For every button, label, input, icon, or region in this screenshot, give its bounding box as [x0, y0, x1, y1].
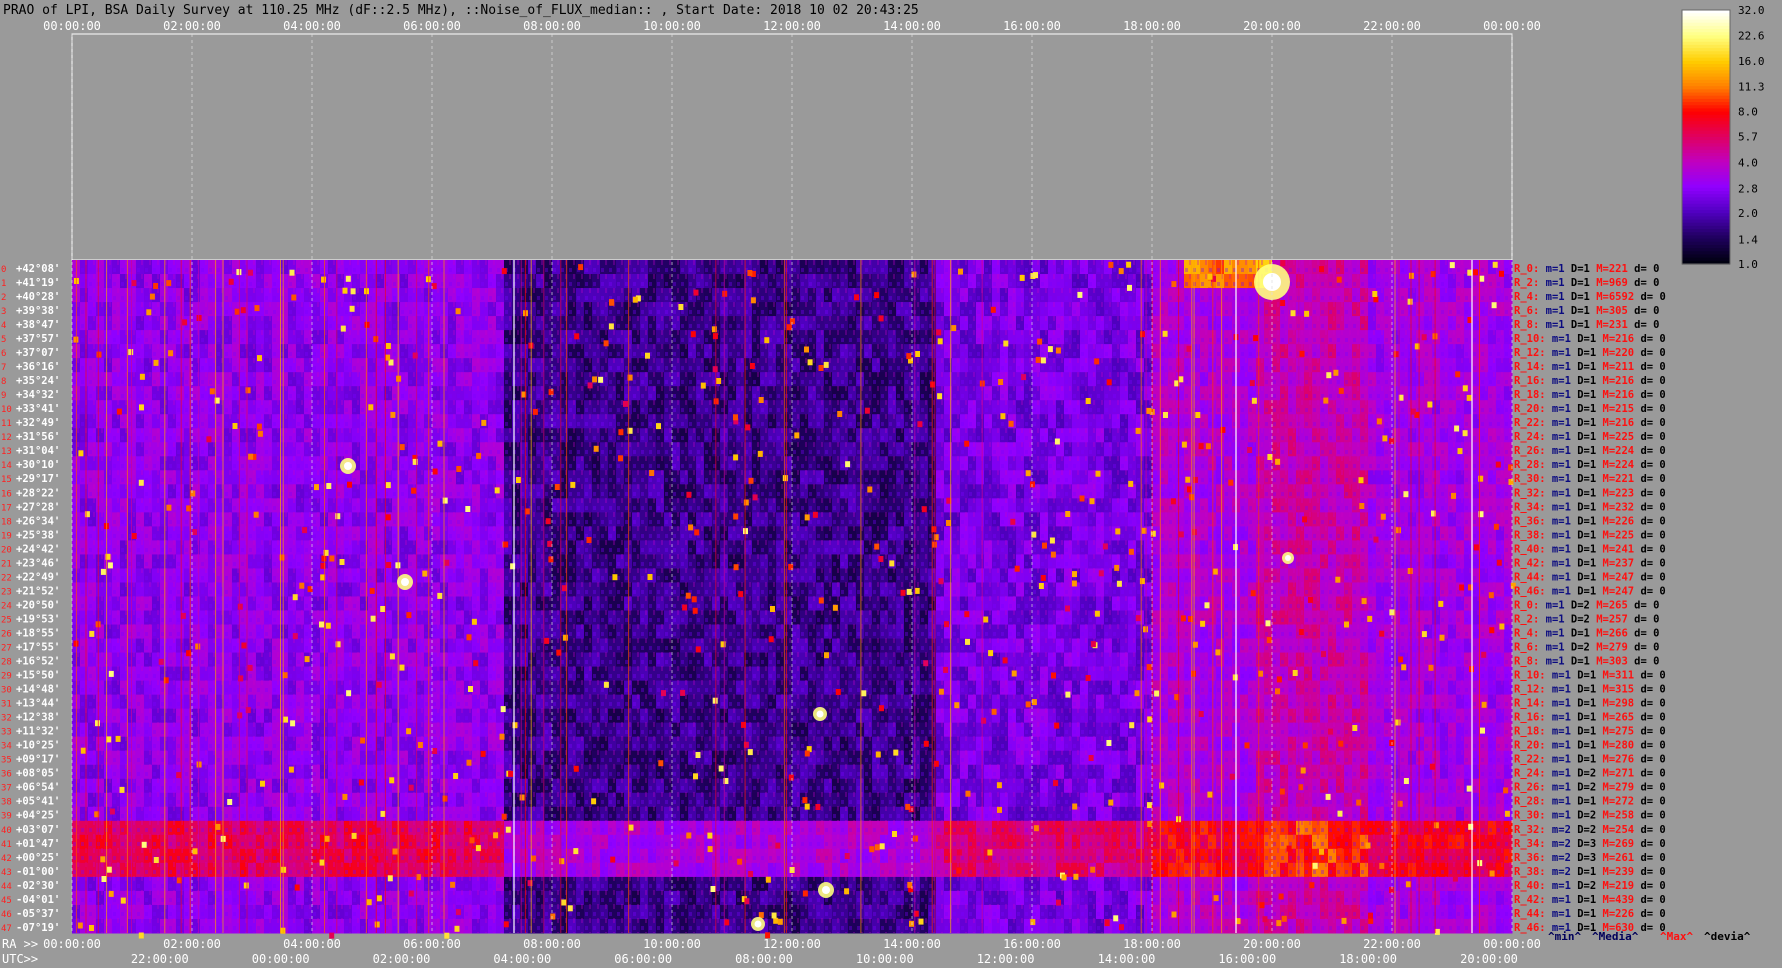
top-tick-label: 12:00:00 [763, 19, 821, 33]
top-tick-label: 00:00:00 [1483, 19, 1541, 33]
chart-title: PRAO of LPI, BSA Daily Survey at 110.25 … [3, 3, 919, 18]
top-tick-label: 22:00:00 [1363, 19, 1421, 33]
top-tick-label: 18:00:00 [1123, 19, 1181, 33]
top-tick-label: 06:00:00 [403, 19, 461, 33]
top-tick-label: 14:00:00 [883, 19, 941, 33]
top-tick-label: 08:00:00 [523, 19, 581, 33]
top-tick-label: 04:00:00 [283, 19, 341, 33]
survey-heatmap-chart: PRAO of LPI, BSA Daily Survey at 110.25 … [0, 0, 1782, 968]
top-tick-label: 00:00:00 [43, 19, 101, 33]
top-tick-label: 02:00:00 [163, 19, 221, 33]
top-tick-label: 16:00:00 [1003, 19, 1061, 33]
top-tick-label: 20:00:00 [1243, 19, 1301, 33]
top-tick-label: 10:00:00 [643, 19, 701, 33]
